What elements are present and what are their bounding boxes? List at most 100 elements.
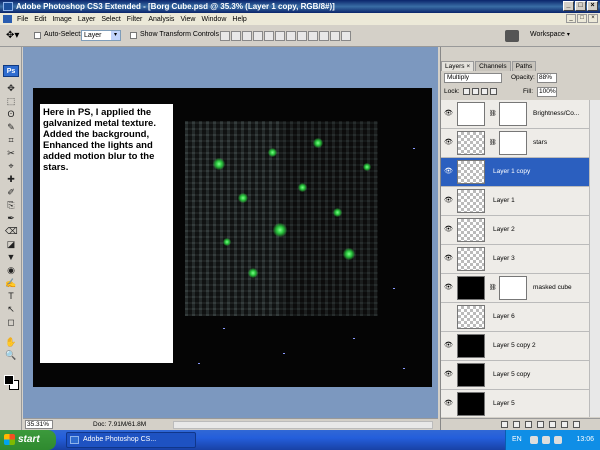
lock-pixels-icon[interactable] — [472, 88, 479, 95]
distribute-center-icon[interactable] — [330, 31, 340, 41]
new-group-icon[interactable] — [549, 421, 556, 428]
pen-tool-icon[interactable]: ✍ — [5, 278, 17, 289]
clone-stamp-tool-icon[interactable]: ⎘ — [5, 200, 17, 211]
document-icon[interactable] — [3, 15, 12, 23]
gradient-tool-icon[interactable]: ◪ — [5, 239, 17, 250]
quick-select-tool-icon[interactable]: ✎ — [5, 122, 17, 133]
layer-style-icon[interactable] — [513, 421, 520, 428]
eye-icon[interactable]: 👁 — [444, 168, 453, 176]
align-right-icon[interactable] — [275, 31, 285, 41]
add-mask-icon[interactable] — [525, 421, 532, 428]
path-selection-tool-icon[interactable]: ↖ — [5, 304, 17, 315]
fill-input[interactable]: 100% — [537, 87, 557, 97]
move-tool-icon[interactable]: ✥ — [5, 83, 17, 94]
layer-mask-thumbnail[interactable] — [499, 131, 527, 155]
dodge-tool-icon[interactable]: ◉ — [5, 265, 17, 276]
doc-restore-button[interactable]: □ — [577, 14, 587, 23]
zoom-level[interactable]: 35.31% — [25, 420, 53, 429]
brush-tool-icon[interactable]: ✐ — [5, 187, 17, 198]
tray-app-icon[interactable] — [530, 436, 538, 444]
type-tool-icon[interactable]: T — [5, 291, 17, 302]
align-left-icon[interactable] — [253, 31, 263, 41]
distribute-left-icon[interactable] — [319, 31, 329, 41]
eye-icon[interactable]: 👁 — [444, 400, 453, 408]
auto-select-checkbox[interactable] — [34, 32, 41, 39]
new-layer-icon[interactable] — [561, 421, 568, 428]
history-brush-tool-icon[interactable]: ✒ — [5, 213, 17, 224]
language-indicator[interactable]: EN — [512, 436, 522, 443]
layer-row-layer-1-copy[interactable]: 👁 Layer 1 copy — [441, 158, 589, 187]
eye-icon[interactable]: 👁 — [444, 110, 453, 118]
align-bottom-icon[interactable] — [242, 31, 252, 41]
menu-select[interactable]: Select — [98, 16, 123, 23]
trash-icon[interactable] — [573, 421, 580, 428]
lock-position-icon[interactable] — [481, 88, 488, 95]
maximize-button[interactable]: □ — [575, 1, 586, 11]
eyedropper-tool-icon[interactable]: ⌖ — [5, 161, 17, 172]
layer-row-layer-1[interactable]: 👁 Layer 1 — [441, 187, 589, 216]
doc-close-button[interactable]: × — [588, 14, 598, 23]
foreground-color-swatch[interactable] — [4, 375, 14, 385]
lasso-tool-icon[interactable]: ʘ — [5, 109, 17, 120]
layer-row-masked-cube[interactable]: 👁 ⛓ masked cube — [441, 274, 589, 303]
eye-icon[interactable]: 👁 — [444, 342, 453, 350]
crop-tool-icon[interactable]: ⌗ — [5, 135, 17, 146]
taskbar-photoshop-button[interactable]: Adobe Photoshop CS... — [66, 432, 196, 448]
layer-row-layer-5-copy[interactable]: 👁 Layer 5 copy — [441, 361, 589, 390]
network-icon[interactable] — [542, 436, 550, 444]
opacity-input[interactable]: 88% — [537, 73, 557, 83]
eye-icon[interactable]: 👁 — [444, 226, 453, 234]
start-button[interactable]: start — [0, 430, 56, 450]
align-middle-icon[interactable] — [231, 31, 241, 41]
tab-paths[interactable]: Paths — [511, 61, 537, 71]
zoom-tool-icon[interactable]: 🔍 — [5, 350, 17, 361]
blur-tool-icon[interactable]: ▼ — [5, 252, 17, 263]
volume-icon[interactable] — [554, 436, 562, 444]
layer-row-layer-6[interactable]: Layer 6 — [441, 303, 589, 332]
workspace-icon[interactable] — [505, 30, 519, 42]
marquee-tool-icon[interactable]: ⬚ — [5, 96, 17, 107]
eye-icon[interactable]: 👁 — [444, 197, 453, 205]
horizontal-scrollbar[interactable] — [173, 421, 433, 429]
workspace-menu[interactable]: Workspace ▾ — [530, 31, 570, 38]
distribute-right-icon[interactable] — [341, 31, 351, 41]
tab-channels[interactable]: Channels — [475, 61, 511, 71]
lock-transparency-icon[interactable] — [463, 88, 470, 95]
healing-brush-tool-icon[interactable]: ✚ — [5, 174, 17, 185]
menu-layer[interactable]: Layer — [75, 16, 99, 23]
menu-view[interactable]: View — [177, 16, 198, 23]
layer-row-layer-3[interactable]: 👁 Layer 3 — [441, 245, 589, 274]
eye-icon[interactable]: 👁 — [444, 255, 453, 263]
menu-analysis[interactable]: Analysis — [145, 16, 177, 23]
eye-icon[interactable]: 👁 — [444, 139, 453, 147]
adjustment-layer-icon[interactable] — [537, 421, 544, 428]
distribute-middle-icon[interactable] — [297, 31, 307, 41]
canvas-area[interactable]: Here in PS, I applied the galvanized met… — [23, 47, 438, 418]
tab-layers[interactable]: Layers × — [441, 61, 475, 71]
eye-icon[interactable]: 👁 — [444, 284, 453, 292]
align-top-icon[interactable] — [220, 31, 230, 41]
link-layers-icon[interactable] — [501, 421, 508, 428]
layer-mask-thumbnail[interactable] — [499, 102, 527, 126]
shape-tool-icon[interactable]: ◻ — [5, 317, 17, 328]
blend-mode-dropdown[interactable]: Multiply — [444, 73, 502, 83]
doc-minimize-button[interactable]: _ — [566, 14, 576, 23]
eraser-tool-icon[interactable]: ⌫ — [5, 226, 18, 237]
lock-all-icon[interactable] — [490, 88, 497, 95]
menu-image[interactable]: Image — [49, 16, 74, 23]
menu-window[interactable]: Window — [198, 16, 229, 23]
move-tool-icon[interactable]: ✥▾ — [6, 30, 26, 42]
distribute-bottom-icon[interactable] — [308, 31, 318, 41]
photoshop-logo[interactable]: Ps — [3, 65, 19, 77]
menu-edit[interactable]: Edit — [31, 16, 49, 23]
align-center-icon[interactable] — [264, 31, 274, 41]
minimize-button[interactable]: _ — [563, 1, 574, 11]
layer-row-stars[interactable]: 👁 ⛓ stars — [441, 129, 589, 158]
layer-mask-thumbnail[interactable] — [499, 276, 527, 300]
menu-filter[interactable]: Filter — [124, 16, 146, 23]
distribute-top-icon[interactable] — [286, 31, 296, 41]
visibility-toggle[interactable] — [444, 313, 452, 321]
layer-row-layer-2[interactable]: 👁 Layer 2 — [441, 216, 589, 245]
eye-icon[interactable]: 👁 — [444, 371, 453, 379]
layers-scrollbar[interactable] — [589, 100, 600, 417]
